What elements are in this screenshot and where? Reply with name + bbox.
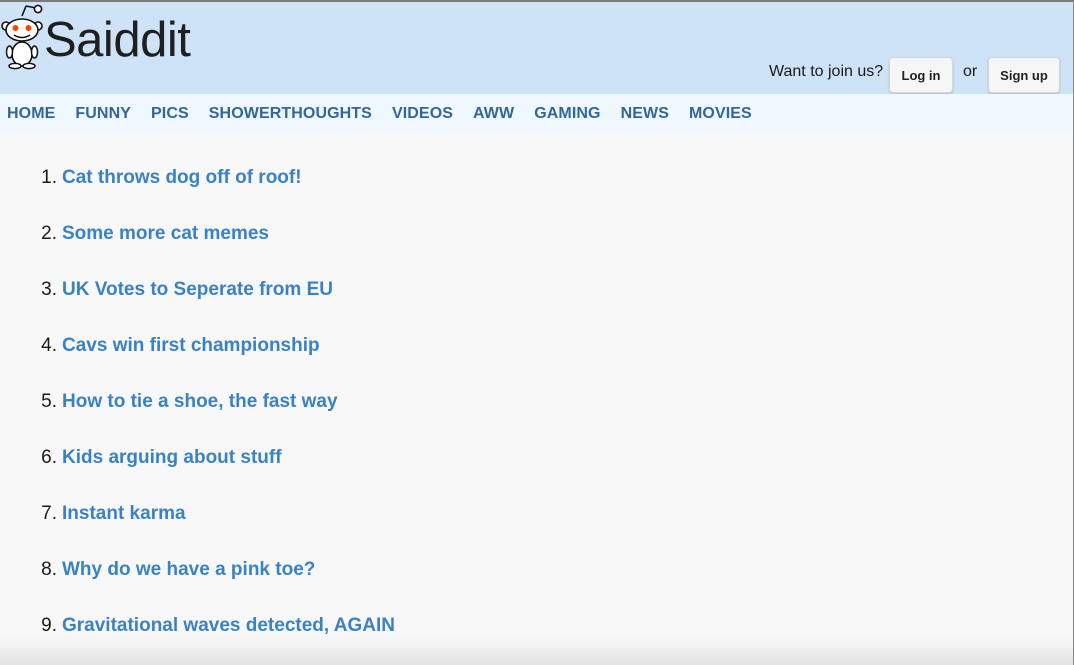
post-rank: 5. <box>41 391 57 412</box>
site-header: Saiddit Want to join us? Log in or Sign … <box>0 2 1073 94</box>
bottom-shadow <box>0 637 1073 665</box>
nav-item-home[interactable]: HOME <box>7 105 55 123</box>
category-nav: HOME FUNNY PICS SHOWERTHOUGHTS VIDEOS AW… <box>0 94 1073 134</box>
post-title-link[interactable]: Why do we have a pink toe? <box>62 559 315 581</box>
post-title-link[interactable]: Cavs win first championship <box>62 335 320 357</box>
nav-item-movies[interactable]: MOVIES <box>689 105 752 123</box>
nav-item-news[interactable]: NEWS <box>621 105 669 123</box>
nav-item-pics[interactable]: PICS <box>151 105 189 123</box>
post-rank: 3. <box>41 279 57 300</box>
post-title-link[interactable]: Some more cat memes <box>62 223 269 245</box>
list-item: 4. Cavs win first championship <box>0 331 320 361</box>
list-item: 6. Kids arguing about stuff <box>0 443 282 473</box>
post-rank: 6. <box>41 447 57 468</box>
post-title-link[interactable]: Cat throws dog off of roof! <box>62 167 302 189</box>
login-button[interactable]: Log in <box>889 57 953 93</box>
post-title-link[interactable]: How to tie a shoe, the fast way <box>62 391 338 413</box>
post-title-link[interactable]: Instant karma <box>62 503 186 525</box>
post-rank: 9. <box>41 615 57 636</box>
nav-item-aww[interactable]: AWW <box>473 105 514 123</box>
post-rank: 1. <box>41 167 57 188</box>
nav-item-videos[interactable]: VIDEOS <box>392 105 453 123</box>
list-item: 8. Why do we have a pink toe? <box>0 555 315 585</box>
list-item: 7. Instant karma <box>0 499 186 529</box>
post-rank: 2. <box>41 223 57 244</box>
post-title-link[interactable]: Kids arguing about stuff <box>62 447 282 469</box>
post-rank: 7. <box>41 503 57 524</box>
alien-mascot-icon[interactable] <box>0 2 44 70</box>
post-rank: 8. <box>41 559 57 580</box>
list-item: 2. Some more cat memes <box>0 219 269 249</box>
post-title-link[interactable]: UK Votes to Seperate from EU <box>62 279 333 301</box>
post-rank: 4. <box>41 335 57 356</box>
site-title[interactable]: Saiddit <box>44 16 191 65</box>
post-title-link[interactable]: Gravitational waves detected, AGAIN <box>62 615 395 637</box>
list-item: 5. How to tie a shoe, the fast way <box>0 387 338 417</box>
or-separator: or <box>963 63 978 80</box>
list-item: 3. UK Votes to Seperate from EU <box>0 275 333 305</box>
nav-item-funny[interactable]: FUNNY <box>75 105 131 123</box>
nav-item-gaming[interactable]: GAMING <box>534 105 600 123</box>
signup-button[interactable]: Sign up <box>988 57 1060 93</box>
nav-item-showerthoughts[interactable]: SHOWERTHOUGHTS <box>209 105 372 123</box>
list-item: 1. Cat throws dog off of roof! <box>0 163 302 193</box>
join-prompt: Want to join us? <box>769 63 884 80</box>
